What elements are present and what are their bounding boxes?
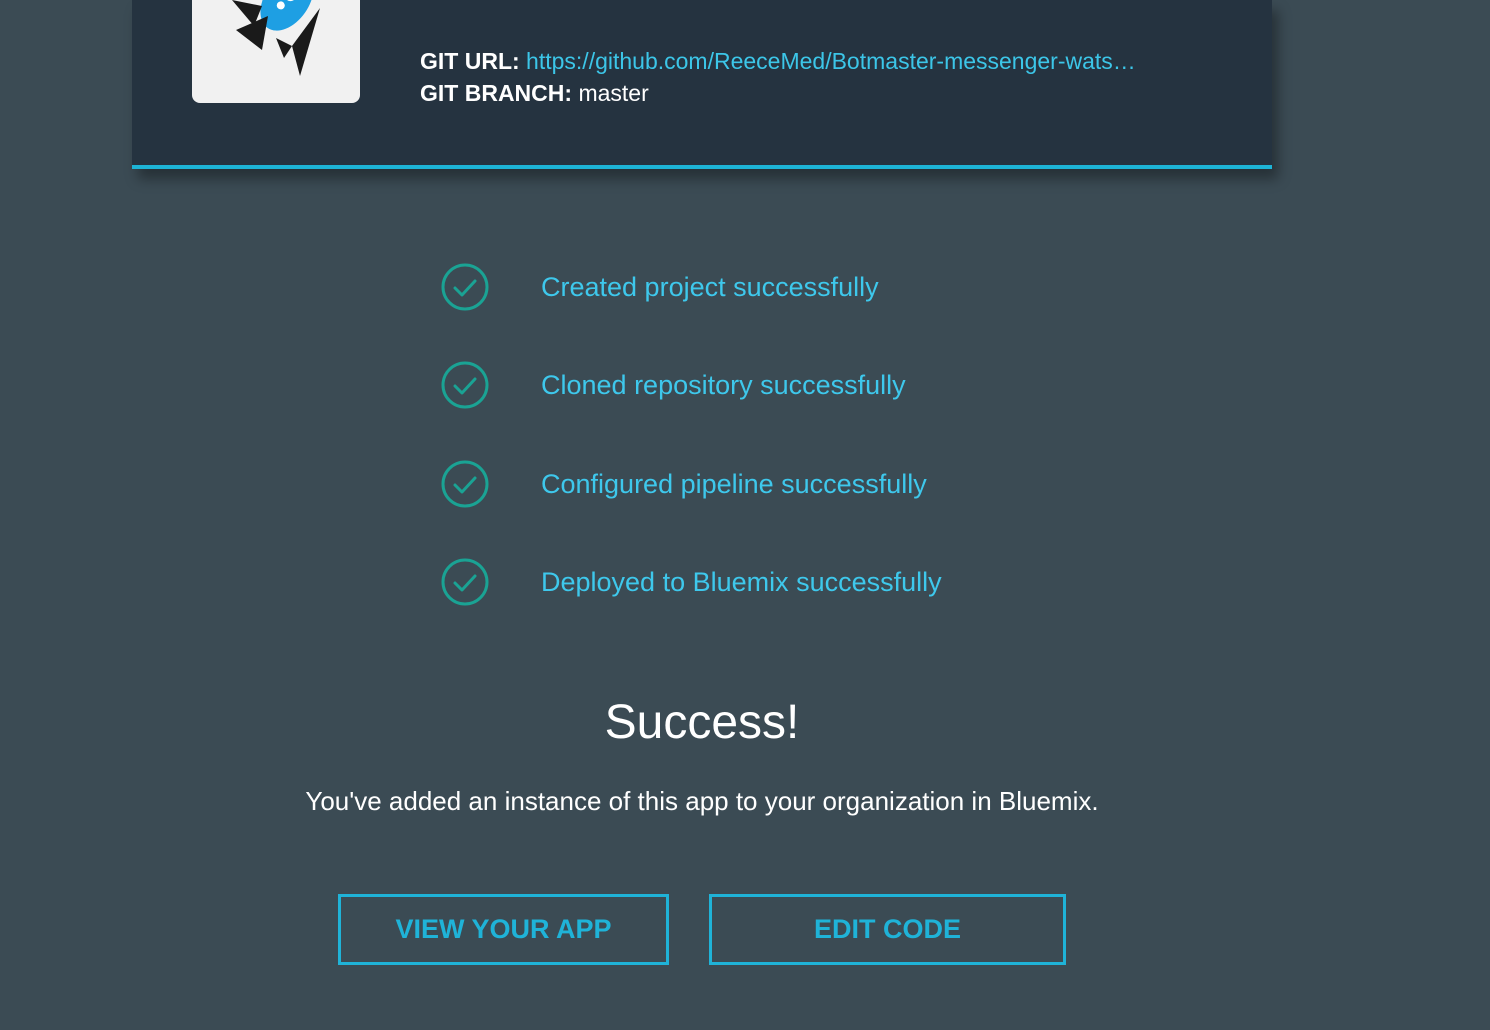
check-circle-icon — [441, 558, 489, 606]
rocket-icon — [232, 0, 320, 76]
git-branch-row: GIT BRANCH: master — [420, 77, 1136, 109]
step-label: Configured pipeline successfully — [541, 469, 927, 499]
view-your-app-button[interactable]: VIEW YOUR APP — [338, 894, 669, 965]
step-label: Cloned repository successfully — [541, 370, 906, 400]
check-circle-icon — [441, 361, 489, 409]
project-header: GIT URL: https://github.com/ReeceMed/Bot… — [132, 0, 1272, 169]
success-title: Success! — [604, 696, 800, 749]
check-circle-icon — [441, 460, 489, 508]
step-label: Deployed to Bluemix successfully — [541, 567, 942, 597]
git-url-label: GIT URL: — [420, 48, 520, 74]
step-created-project: Created project successfully — [440, 262, 1140, 312]
git-info: GIT URL: https://github.com/ReeceMed/Bot… — [420, 45, 1136, 109]
git-branch-label: GIT BRANCH: — [420, 80, 573, 106]
git-branch-value: master — [578, 80, 649, 106]
git-url-row: GIT URL: https://github.com/ReeceMed/Bot… — [420, 45, 1136, 77]
check-circle-icon — [441, 263, 489, 311]
app-logo — [192, 0, 360, 103]
step-configured-pipeline: Configured pipeline successfully — [440, 459, 1140, 509]
step-label: Created project successfully — [541, 272, 879, 302]
edit-code-button[interactable]: EDIT CODE — [709, 894, 1066, 965]
git-url-link[interactable]: https://github.com/ReeceMed/Botmaster-me… — [526, 48, 1136, 74]
step-cloned-repository: Cloned repository successfully — [440, 360, 1140, 410]
step-deployed-bluemix: Deployed to Bluemix successfully — [440, 557, 1140, 607]
success-description: You've added an instance of this app to … — [305, 786, 1099, 816]
